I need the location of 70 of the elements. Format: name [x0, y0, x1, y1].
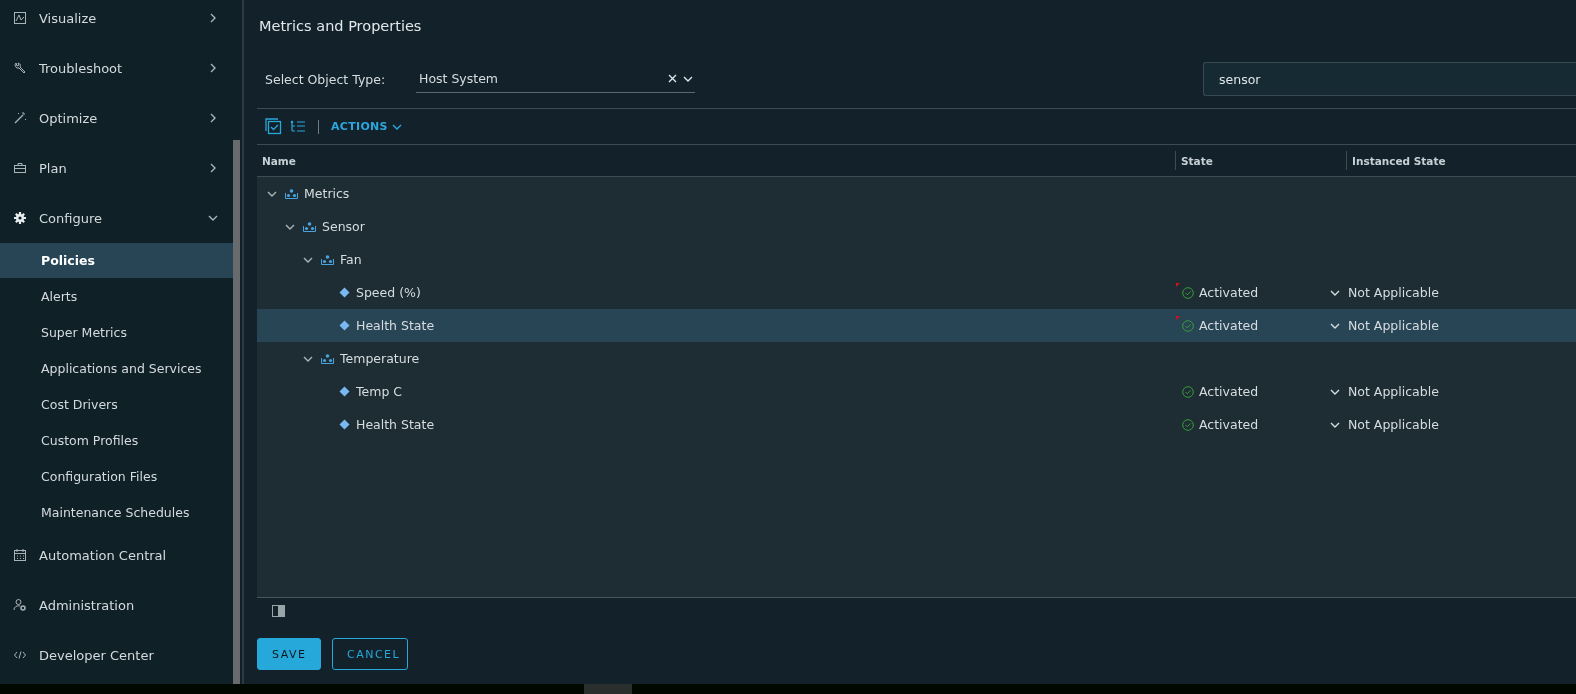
hierarchy-icon	[321, 353, 334, 364]
check-circle-icon	[1182, 286, 1194, 299]
tree-node[interactable]: Metrics	[304, 186, 350, 201]
grid-row[interactable]: Speed (%) Activated Not Applicable	[257, 276, 1576, 309]
hierarchy-icon	[303, 221, 316, 232]
tree-list-icon[interactable]	[290, 119, 306, 134]
nav-item[interactable]: Optimize	[0, 93, 233, 143]
nav-subitem[interactable]: Alerts	[0, 278, 233, 314]
state-text: Activated	[1199, 384, 1259, 399]
instanced-state-dropdown[interactable]: Not Applicable	[1330, 318, 1576, 333]
nav-subitem[interactable]: Maintenance Schedules	[0, 494, 233, 530]
column-header[interactable]: Instanced State	[1346, 151, 1576, 170]
check-circle-icon	[1182, 319, 1194, 332]
columns-icon[interactable]	[272, 605, 285, 617]
diamond-icon	[339, 287, 350, 298]
nav-subitem[interactable]: Cost Drivers	[0, 386, 233, 422]
nav-item[interactable]: Plan	[0, 143, 233, 193]
nav-item[interactable]: Troubleshoot	[0, 43, 233, 93]
state-text: Activated	[1199, 285, 1259, 300]
cancel-button[interactable]: CANCEL	[332, 638, 408, 670]
actions-button[interactable]: ACTIONS	[331, 120, 402, 133]
instanced-state-dropdown[interactable]: Not Applicable	[1330, 285, 1576, 300]
clear-icon[interactable]	[668, 74, 677, 83]
search-field[interactable]: sensor	[1203, 62, 1576, 96]
metric-name: Health State	[356, 417, 435, 432]
metric-name: Health State	[356, 318, 435, 333]
check-circle-icon	[1182, 418, 1194, 431]
page-title: Metrics and Properties	[258, 18, 423, 36]
state-text: Activated	[1199, 417, 1259, 432]
nav-subitem[interactable]: Applications and Services	[0, 350, 233, 386]
field-label: Select Object Type:	[265, 71, 387, 87]
chart-icon	[13, 11, 27, 25]
diamond-icon	[339, 386, 350, 397]
tree-node[interactable]: Fan	[340, 252, 362, 267]
nav-subitem[interactable]: Configuration Files	[0, 458, 233, 494]
nav-item[interactable]: Visualize	[0, 0, 233, 43]
nav-item[interactable]: Administration	[0, 580, 233, 630]
user-gear-icon	[13, 598, 27, 612]
state-text: Activated	[1199, 318, 1259, 333]
wrench-icon	[13, 61, 27, 75]
object-type-dropdown[interactable]: Host System	[416, 65, 695, 93]
nav-subitem[interactable]: Super Metrics	[0, 314, 233, 350]
diamond-icon	[339, 320, 350, 331]
select-all-icon[interactable]	[265, 118, 282, 135]
hierarchy-icon	[285, 188, 298, 199]
tree-node[interactable]: Temperature	[340, 351, 420, 366]
tree-node[interactable]: Sensor	[322, 219, 365, 234]
nav-item[interactable]: Configure	[0, 193, 233, 243]
metric-name: Temp C	[356, 384, 402, 399]
gear-icon	[13, 211, 27, 225]
nav-item[interactable]: Automation Central	[0, 530, 233, 580]
briefcase-icon	[13, 161, 27, 175]
wand-icon	[13, 111, 27, 125]
instanced-state-dropdown[interactable]: Not Applicable	[1330, 384, 1576, 399]
grid-row[interactable]: Health State Activated Not Applicable	[257, 309, 1576, 342]
code-icon	[13, 648, 27, 662]
diamond-icon	[339, 419, 350, 430]
hierarchy-icon	[321, 254, 334, 265]
check-circle-icon	[1182, 385, 1194, 398]
grid-row[interactable]: Temp C Activated Not Applicable	[257, 375, 1576, 408]
column-header[interactable]: Name	[257, 145, 1175, 176]
nav-item[interactable]: Developer Center	[0, 630, 233, 680]
save-button[interactable]: SAVE	[257, 638, 321, 670]
nav-subitem[interactable]: Custom Profiles	[0, 422, 233, 458]
grid-row[interactable]: Health State Activated Not Applicable	[257, 408, 1576, 441]
nav-subitem[interactable]: Policies	[0, 243, 233, 278]
metric-name: Speed (%)	[356, 285, 421, 300]
instanced-state-dropdown[interactable]: Not Applicable	[1330, 417, 1576, 432]
calendar-icon	[13, 548, 27, 562]
column-header[interactable]: State	[1175, 151, 1346, 170]
